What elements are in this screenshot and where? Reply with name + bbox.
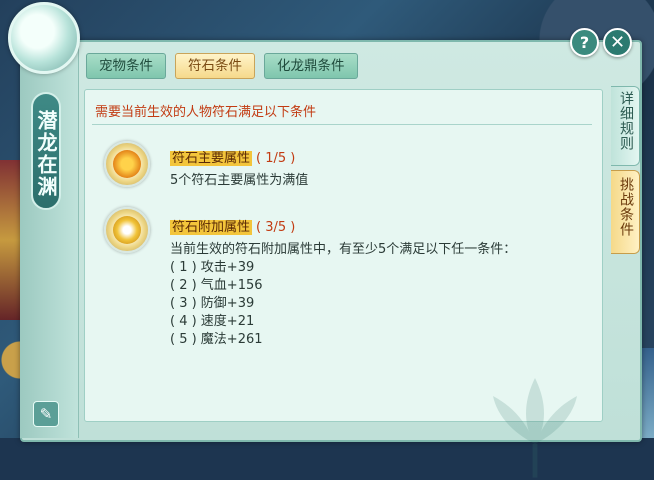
conditions-header: 需要当前生效的人物符石满足以下条件: [95, 105, 317, 120]
condition-line: ( 4 ) 速度+21: [170, 314, 255, 329]
condition-line: ( 5 ) 魔法+261: [170, 332, 263, 347]
condition-line: ( 2 ) 气血+156: [170, 278, 263, 293]
tab-pet-conditions[interactable]: 宠物条件: [86, 53, 166, 79]
condition-tabs: 宠物条件 符石条件 化龙鼎条件: [86, 53, 358, 79]
tab-dragon-cauldron-conditions[interactable]: 化龙鼎条件: [264, 53, 358, 79]
condition-line: ( 3 ) 防御+39: [170, 296, 255, 311]
condition-line: 5个符石主要属性为满值: [170, 173, 309, 188]
tab-challenge-conditions[interactable]: 挑战条件: [611, 170, 640, 254]
lotus-watermark-icon: [493, 378, 577, 478]
close-button[interactable]: ✕: [603, 28, 632, 57]
moon-ornament-icon: [8, 2, 80, 74]
rune-main-attribute-icon: [104, 141, 150, 187]
condition-name: 符石主要属性: [170, 151, 253, 166]
rune-extra-attribute-icon: [104, 207, 150, 253]
tab-detailed-rules[interactable]: 详细规则: [611, 86, 640, 166]
condition-progress: ( 1/5 ): [256, 151, 296, 166]
condition-line: 当前生效的符石附加属性中，有至少5个满足以下任一条件：: [170, 242, 517, 257]
panel-title: 潜龙在渊: [31, 92, 61, 210]
condition-line: ( 1 ) 攻击+39: [170, 260, 255, 275]
condition-progress: ( 3/5 ): [256, 220, 296, 235]
help-button[interactable]: ?: [570, 28, 599, 57]
condition-title-extra: 符石附加属性( 3/5 ): [170, 216, 295, 235]
tab-detailed-rules-label: 详细规则: [618, 91, 634, 151]
condition-name: 符石附加属性: [170, 220, 253, 235]
tab-challenge-conditions-label: 挑战条件: [618, 177, 634, 237]
header-divider: [92, 124, 592, 125]
condition-title-main: 符石主要属性( 1/5 ): [170, 147, 295, 166]
tab-rune-conditions[interactable]: 符石条件: [175, 53, 255, 79]
edit-icon[interactable]: ✎: [33, 401, 59, 427]
